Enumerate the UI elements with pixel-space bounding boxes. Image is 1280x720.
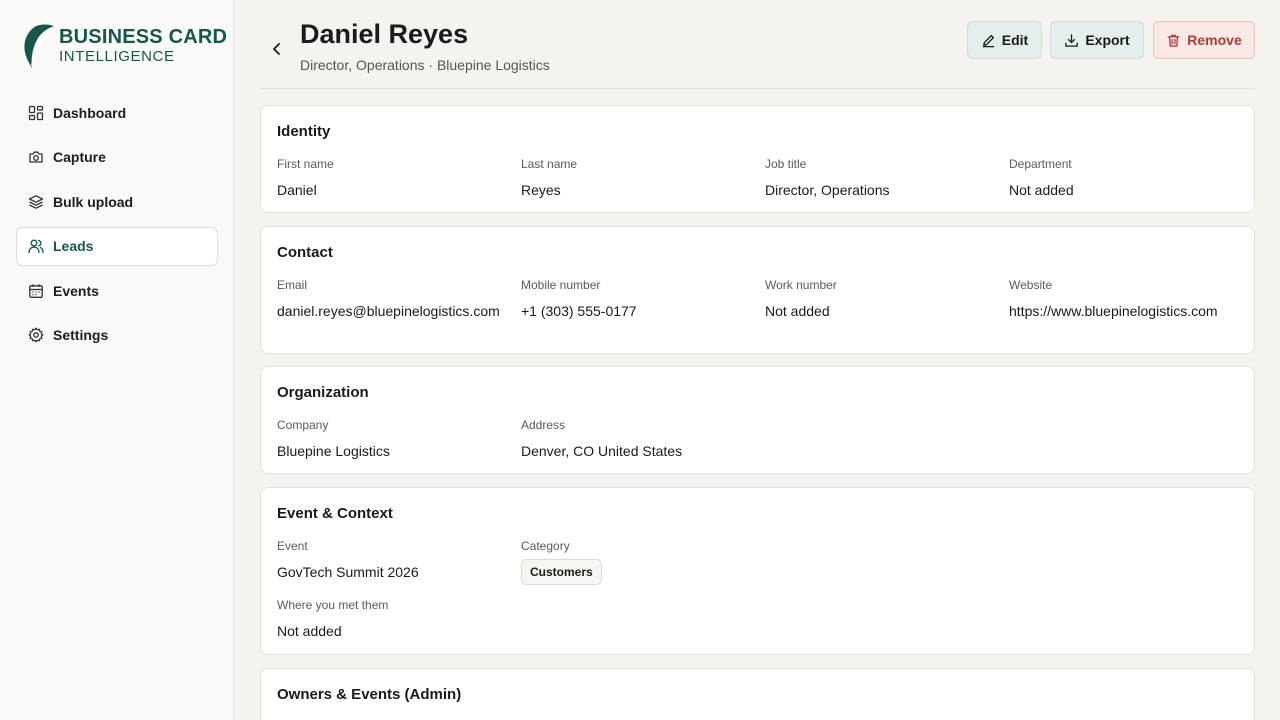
- job-title-field: Job title Director, Operations: [765, 157, 990, 200]
- field-label: Email: [277, 278, 308, 292]
- sidebar-item-settings[interactable]: Settings: [16, 316, 218, 355]
- identity-card: Identity First name Daniel Last name Rey…: [260, 105, 1255, 213]
- section-title: Owners & Events (Admin): [277, 686, 462, 703]
- page-title: Daniel Reyes: [300, 19, 469, 49]
- section-title: Organization: [277, 384, 369, 401]
- field-value: Director, Operations: [765, 182, 890, 198]
- sidebar-item-bulk-upload[interactable]: Bulk upload: [16, 182, 218, 221]
- field-value: GovTech Summit 2026: [277, 564, 419, 580]
- sidebar-nav: Dashboard Capture Bulk upload Leads Even…: [16, 93, 218, 360]
- sidebar-item-label: Capture: [53, 149, 106, 165]
- field-value[interactable]: +1 (303) 555-0177: [521, 301, 746, 321]
- calendar-icon: [29, 283, 43, 298]
- sidebar: BUSINESS CARD INTELLIGENCE Dashboard Cap…: [0, 0, 234, 720]
- email-field: Email daniel.reyes@bluepinelogistics.com: [277, 278, 502, 321]
- contact-card: Contact Email daniel.reyes@bluepinelogis…: [260, 226, 1255, 354]
- sidebar-item-label: Leads: [53, 238, 94, 254]
- category-badge: Customers: [521, 559, 602, 585]
- sidebar-item-dashboard[interactable]: Dashboard: [16, 93, 218, 132]
- work-number-field: Work number Not added: [765, 278, 990, 321]
- edit-button-label: Edit: [1001, 32, 1029, 48]
- brand-logo[interactable]: BUSINESS CARD INTELLIGENCE: [22, 22, 227, 68]
- export-button[interactable]: Export: [1050, 21, 1144, 59]
- page-header: Daniel Reyes Director, Operations · Blue…: [260, 0, 1255, 89]
- chevron-left-icon[interactable]: [266, 38, 288, 60]
- website-field: Website https://www.bluepinelogistics.co…: [1009, 278, 1249, 321]
- field-value: Denver, CO United States: [521, 443, 683, 459]
- pencil-icon: [982, 34, 994, 47]
- field-label: Last name: [521, 157, 578, 171]
- remove-button-label: Remove: [1187, 32, 1242, 48]
- field-value: Daniel: [277, 182, 317, 198]
- field-value: Not added: [277, 623, 342, 639]
- section-title: Event & Context: [277, 505, 393, 522]
- page-subtitle: Director, Operations · Bluepine Logistic…: [300, 57, 550, 73]
- mobile-number-field: Mobile number +1 (303) 555-0177: [521, 278, 746, 321]
- sidebar-item-events[interactable]: Events: [16, 271, 218, 310]
- address-field: Address Denver, CO United States: [521, 418, 921, 461]
- field-label: Where you met them: [277, 598, 389, 612]
- layers-icon: [28, 194, 44, 209]
- edit-button[interactable]: Edit: [967, 21, 1042, 59]
- field-label: Mobile number: [521, 278, 601, 292]
- brand-name: BUSINESS CARD: [59, 26, 228, 48]
- sidebar-item-label: Events: [53, 282, 99, 299]
- category-field: Category Customers: [521, 539, 746, 585]
- field-label: Event: [277, 539, 308, 553]
- export-button-label: Export: [1085, 32, 1130, 48]
- event-context-card: Event & Context Event GovTech Summit 202…: [260, 487, 1255, 655]
- organization-card: Organization Company Bluepine Logistics …: [260, 366, 1255, 474]
- users-icon: [28, 239, 44, 254]
- sidebar-item-leads[interactable]: Leads: [16, 226, 218, 266]
- sidebar-item-label: Settings: [53, 327, 109, 343]
- department-field: Department Not added: [1009, 157, 1234, 200]
- field-value: Not added: [1009, 182, 1074, 198]
- field-label: First name: [277, 157, 334, 171]
- where-met-field: Where you met them Not added: [277, 598, 502, 641]
- remove-button[interactable]: Remove: [1153, 21, 1255, 59]
- owners-events-card: Owners & Events (Admin): [260, 668, 1255, 720]
- section-title: Contact: [277, 244, 333, 261]
- sidebar-item-label: Dashboard: [53, 104, 127, 121]
- sidebar-item-capture[interactable]: Capture: [16, 138, 218, 177]
- dashboard-icon: [28, 105, 44, 120]
- field-label: Category: [521, 539, 570, 553]
- brand-tagline: INTELLIGENCE: [59, 48, 175, 65]
- event-field: Event GovTech Summit 2026: [277, 539, 502, 582]
- last-name-field: Last name Reyes: [521, 157, 746, 200]
- first-name-field: First name Daniel: [277, 157, 502, 200]
- trash-icon: [1167, 34, 1180, 47]
- field-label: Work number: [765, 278, 837, 292]
- field-value: Bluepine Logistics: [277, 443, 390, 459]
- field-label: Company: [277, 418, 329, 432]
- camera-icon: [29, 151, 43, 163]
- field-label: Website: [1009, 278, 1053, 292]
- gear-icon: [28, 327, 44, 343]
- download-icon: [1065, 33, 1079, 47]
- field-label: Job title: [765, 157, 807, 171]
- field-label: Department: [1009, 157, 1072, 171]
- section-title: Identity: [277, 123, 331, 140]
- leaf-logo-icon: [24, 24, 54, 68]
- sidebar-item-label: Bulk upload: [53, 193, 134, 210]
- field-value[interactable]: https://www.bluepinelogistics.com: [1009, 301, 1249, 321]
- field-value: Not added: [765, 303, 830, 319]
- field-label: Address: [521, 418, 566, 432]
- field-value[interactable]: daniel.reyes@bluepinelogistics.com: [277, 301, 502, 321]
- company-field: Company Bluepine Logistics: [277, 418, 502, 461]
- field-value: Reyes: [521, 182, 561, 198]
